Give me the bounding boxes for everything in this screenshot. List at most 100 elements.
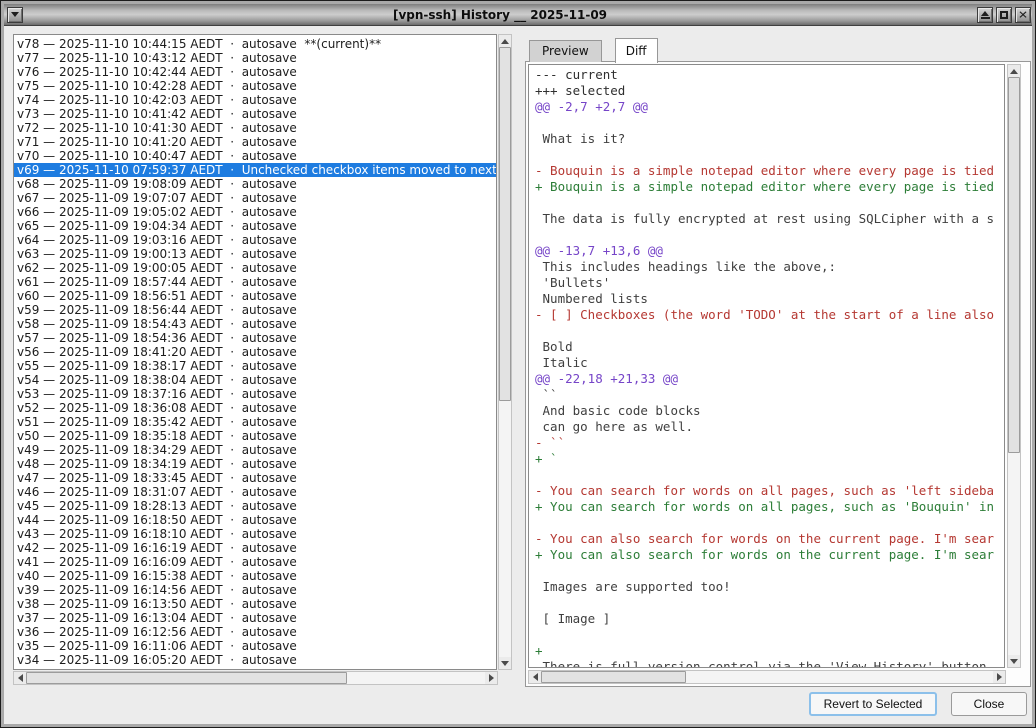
diff-line: This includes headings like the above,:: [535, 259, 1004, 275]
diff-line: Bold: [535, 339, 1004, 355]
scroll-up-button[interactable]: [1008, 65, 1020, 77]
history-row[interactable]: v61 — 2025-11-09 18:57:44 AEDT · autosav…: [14, 275, 496, 289]
history-row[interactable]: v59 — 2025-11-09 18:56:44 AEDT · autosav…: [14, 303, 496, 317]
diff-line: The data is fully encrypted at rest usin…: [535, 211, 1004, 227]
history-row[interactable]: v47 — 2025-11-09 18:33:45 AEDT · autosav…: [14, 471, 496, 485]
diff-line: ``: [535, 387, 1004, 403]
history-row[interactable]: v57 — 2025-11-09 18:54:36 AEDT · autosav…: [14, 331, 496, 345]
history-row[interactable]: v67 — 2025-11-09 19:07:07 AEDT · autosav…: [14, 191, 496, 205]
scrollbar-thumb[interactable]: [541, 671, 686, 683]
tab-diff[interactable]: Diff: [615, 38, 658, 63]
notebook-panel: --- current+++ selected@@ -2,7 +2,7 @@ W…: [525, 61, 1031, 687]
history-row[interactable]: v66 — 2025-11-09 19:05:02 AEDT · autosav…: [14, 205, 496, 219]
history-row[interactable]: v38 — 2025-11-09 16:13:50 AEDT · autosav…: [14, 597, 496, 611]
history-row[interactable]: v42 — 2025-11-09 16:16:19 AEDT · autosav…: [14, 541, 496, 555]
diff-line: +++ selected: [535, 83, 1004, 99]
tab-preview[interactable]: Preview: [529, 40, 602, 62]
diff-line: --- current: [535, 67, 1004, 83]
history-row[interactable]: v76 — 2025-11-10 10:42:44 AEDT · autosav…: [14, 65, 496, 79]
scroll-right-button[interactable]: [485, 672, 497, 684]
history-row[interactable]: v70 — 2025-11-10 10:40:47 AEDT · autosav…: [14, 149, 496, 163]
scrollbar-track[interactable]: [541, 671, 993, 683]
history-row[interactable]: v52 — 2025-11-09 18:36:08 AEDT · autosav…: [14, 401, 496, 415]
history-row[interactable]: v34 — 2025-11-09 16:05:20 AEDT · autosav…: [14, 653, 496, 667]
scroll-left-button[interactable]: [529, 671, 541, 683]
diff-line: Numbered lists: [535, 291, 1004, 307]
history-row[interactable]: v58 — 2025-11-09 18:54:43 AEDT · autosav…: [14, 317, 496, 331]
scrollbar-thumb[interactable]: [26, 672, 347, 684]
diff-line: [535, 595, 1004, 611]
history-row[interactable]: v37 — 2025-11-09 16:13:04 AEDT · autosav…: [14, 611, 496, 625]
scroll-down-button[interactable]: [499, 657, 511, 669]
history-row[interactable]: v54 — 2025-11-09 18:38:04 AEDT · autosav…: [14, 373, 496, 387]
history-row[interactable]: v48 — 2025-11-09 18:34:19 AEDT · autosav…: [14, 457, 496, 471]
history-row[interactable]: v55 — 2025-11-09 18:38:17 AEDT · autosav…: [14, 359, 496, 373]
diff-line: - You can search for words on all pages,…: [535, 483, 1004, 499]
history-row[interactable]: v46 — 2025-11-09 18:31:07 AEDT · autosav…: [14, 485, 496, 499]
history-row[interactable]: v44 — 2025-11-09 16:18:50 AEDT · autosav…: [14, 513, 496, 527]
history-row[interactable]: v71 — 2025-11-10 10:41:20 AEDT · autosav…: [14, 135, 496, 149]
diff-line: [ Image ]: [535, 611, 1004, 627]
diff-line: [535, 467, 1004, 483]
arrow-down-icon: [1010, 659, 1018, 664]
diff-line: - Bouquin is a simple notepad editor whe…: [535, 163, 1004, 179]
history-row[interactable]: v43 — 2025-11-09 16:18:10 AEDT · autosav…: [14, 527, 496, 541]
history-row[interactable]: v60 — 2025-11-09 18:56:51 AEDT · autosav…: [14, 289, 496, 303]
scroll-up-button[interactable]: [499, 35, 511, 47]
history-vscrollbar[interactable]: [498, 34, 512, 670]
diff-line: @@ -13,7 +13,6 @@: [535, 243, 1004, 259]
history-row[interactable]: v73 — 2025-11-10 10:41:42 AEDT · autosav…: [14, 107, 496, 121]
diff-hscrollbar[interactable]: [528, 670, 1006, 684]
close-icon: ✕: [1018, 9, 1028, 20]
history-row[interactable]: v49 — 2025-11-09 18:34:29 AEDT · autosav…: [14, 443, 496, 457]
history-row[interactable]: v68 — 2025-11-09 19:08:09 AEDT · autosav…: [14, 177, 496, 191]
scroll-down-button[interactable]: [1008, 655, 1020, 667]
scrollbar-track[interactable]: [1008, 77, 1020, 655]
window-menu-icon: [11, 12, 19, 17]
arrow-up-icon: [1010, 69, 1018, 74]
scroll-left-button[interactable]: [14, 672, 26, 684]
history-row[interactable]: v74 — 2025-11-10 10:42:03 AEDT · autosav…: [14, 93, 496, 107]
scrollbar-track[interactable]: [499, 47, 511, 657]
history-row[interactable]: v51 — 2025-11-09 18:35:42 AEDT · autosav…: [14, 415, 496, 429]
history-row[interactable]: v63 — 2025-11-09 19:00:13 AEDT · autosav…: [14, 247, 496, 261]
revert-to-selected-button[interactable]: Revert to Selected: [809, 692, 937, 716]
history-row[interactable]: v64 — 2025-11-09 19:03:16 AEDT · autosav…: [14, 233, 496, 247]
history-row[interactable]: v62 — 2025-11-09 19:00:05 AEDT · autosav…: [14, 261, 496, 275]
history-row[interactable]: v75 — 2025-11-10 10:42:28 AEDT · autosav…: [14, 79, 496, 93]
history-listbox: v78 — 2025-11-10 10:44:15 AEDT · autosav…: [13, 34, 497, 670]
history-row[interactable]: v65 — 2025-11-09 19:04:34 AEDT · autosav…: [14, 219, 496, 233]
close-dialog-button[interactable]: Close: [951, 692, 1027, 716]
history-row[interactable]: v35 — 2025-11-09 16:11:06 AEDT · autosav…: [14, 639, 496, 653]
shade-button[interactable]: [977, 7, 993, 23]
arrow-right-icon: [997, 673, 1002, 681]
diff-line: can go here as well.: [535, 419, 1004, 435]
history-row[interactable]: v56 — 2025-11-09 18:41:20 AEDT · autosav…: [14, 345, 496, 359]
history-row[interactable]: v77 — 2025-11-10 10:43:12 AEDT · autosav…: [14, 51, 496, 65]
arrow-left-icon: [18, 674, 23, 682]
scrollbar-track[interactable]: [26, 672, 485, 684]
window-menu-button[interactable]: [7, 7, 23, 23]
close-button[interactable]: ✕: [1015, 7, 1031, 23]
diff-line: There is full version control via the 'V…: [535, 659, 1004, 668]
history-row[interactable]: v40 — 2025-11-09 16:15:38 AEDT · autosav…: [14, 569, 496, 583]
arrow-left-icon: [533, 673, 538, 681]
maximize-button[interactable]: [996, 7, 1012, 23]
history-hscrollbar[interactable]: [13, 671, 498, 685]
history-window: [vpn-ssh] History __ 2025-11-09 ✕ v78 — …: [0, 0, 1036, 728]
history-row[interactable]: v50 — 2025-11-09 18:35:18 AEDT · autosav…: [14, 429, 496, 443]
arrow-right-icon: [489, 674, 494, 682]
history-row[interactable]: v33 — 2025-11-09 16:05:01 AEDT · autosav…: [14, 667, 496, 670]
history-row[interactable]: v39 — 2025-11-09 16:14:56 AEDT · autosav…: [14, 583, 496, 597]
history-row[interactable]: v69 — 2025-11-10 07:59:37 AEDT · Uncheck…: [14, 163, 496, 177]
diff-vscrollbar[interactable]: [1007, 64, 1021, 668]
scrollbar-thumb[interactable]: [1008, 77, 1020, 453]
history-row[interactable]: v45 — 2025-11-09 18:28:13 AEDT · autosav…: [14, 499, 496, 513]
history-row[interactable]: v41 — 2025-11-09 16:16:09 AEDT · autosav…: [14, 555, 496, 569]
history-row[interactable]: v72 — 2025-11-10 10:41:30 AEDT · autosav…: [14, 121, 496, 135]
history-row[interactable]: v36 — 2025-11-09 16:12:56 AEDT · autosav…: [14, 625, 496, 639]
history-row[interactable]: v78 — 2025-11-10 10:44:15 AEDT · autosav…: [14, 37, 496, 51]
scroll-right-button[interactable]: [993, 671, 1005, 683]
history-row[interactable]: v53 — 2025-11-09 18:37:16 AEDT · autosav…: [14, 387, 496, 401]
scrollbar-thumb[interactable]: [499, 47, 511, 401]
